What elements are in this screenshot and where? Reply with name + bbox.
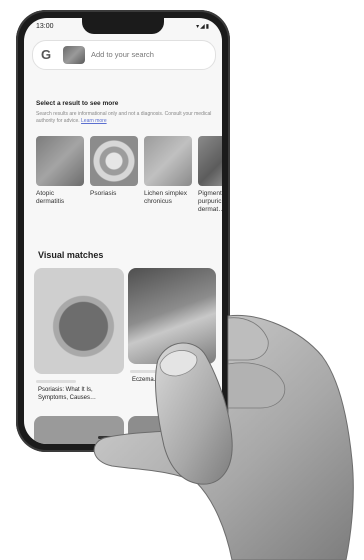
phone-notch	[82, 18, 164, 34]
hand-icon	[93, 314, 354, 560]
